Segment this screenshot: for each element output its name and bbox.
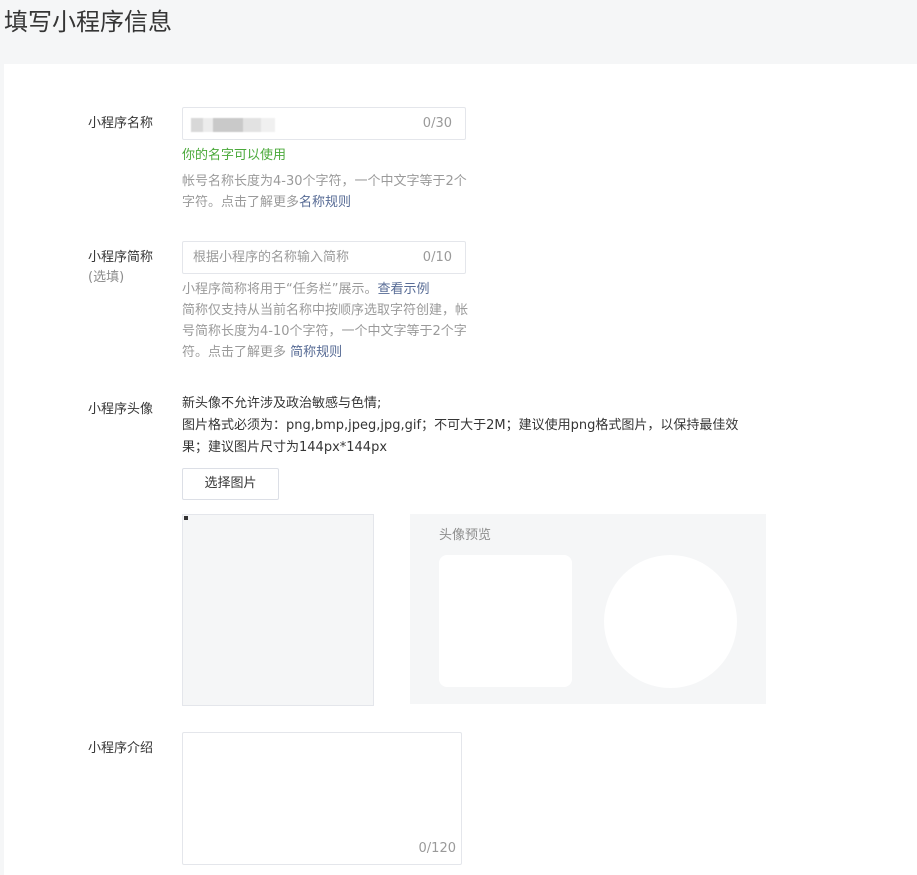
avatar-preview-circle — [604, 555, 737, 688]
short-name-hint: 小程序简称将用于“任务栏”展示。查看示例 简称仅支持从当前名称中按顺序选取字符创建… — [182, 279, 472, 363]
short-name-rules-link[interactable]: 简称规则 — [290, 345, 342, 360]
avatar-desc: 新头像不允许涉及政治敏感与色情; 图片格式必须为：png,bmp,jpeg,jpg… — [182, 393, 762, 459]
intro-textarea[interactable]: 0/120 — [182, 732, 462, 865]
page-header: 填写小程序信息 — [0, 0, 917, 64]
short-name-label-text: 小程序简称 — [88, 250, 154, 265]
name-rules-link[interactable]: 名称规则 — [299, 195, 351, 210]
name-input[interactable]: 0/30 — [182, 107, 466, 140]
name-label: 小程序名称 — [88, 116, 154, 131]
avatar-desc-line1: 新头像不允许涉及政治敏感与色情; — [182, 396, 382, 411]
intro-label: 小程序介绍 — [88, 741, 154, 756]
avatar-preview: 头像预览 — [410, 514, 766, 704]
avatar-desc-line2: 图片格式必须为：png,bmp,jpeg,jpg,gif；不可大于2M；建议使用… — [182, 418, 739, 455]
page-title: 填写小程序信息 — [4, 8, 172, 36]
intro-counter: 0/120 — [418, 841, 456, 856]
name-input-blurred-value — [191, 118, 275, 132]
avatar-preview-square — [439, 555, 572, 687]
short-name-hint-line1: 小程序简称将用于“任务栏”展示。 — [182, 282, 378, 297]
avatar-upload-area[interactable] — [182, 514, 374, 706]
short-name-placeholder: 根据小程序的名称输入简称 — [193, 250, 350, 265]
name-counter: 0/30 — [422, 116, 452, 131]
select-image-button[interactable]: 选择图片 — [182, 468, 279, 500]
crop-handle-icon[interactable] — [184, 516, 188, 520]
view-example-link[interactable]: 查看示例 — [377, 282, 429, 297]
short-name-input[interactable]: 根据小程序的名称输入简称 0/10 — [182, 241, 466, 274]
avatar-preview-title: 头像预览 — [439, 528, 492, 543]
name-status: 你的名字可以使用 — [182, 148, 287, 163]
form-card: 小程序名称 0/30 你的名字可以使用 帐号名称长度为4-30个字符，一个中文字… — [4, 64, 917, 875]
short-name-label: 小程序简称 (选填) — [88, 248, 153, 288]
avatar-label: 小程序头像 — [88, 402, 154, 417]
short-name-optional: (选填) — [88, 270, 125, 285]
name-hint: 帐号名称长度为4-30个字符，一个中文字等于2个字符。点击了解更多名称规则 — [182, 171, 472, 213]
short-name-counter: 0/10 — [422, 250, 452, 265]
